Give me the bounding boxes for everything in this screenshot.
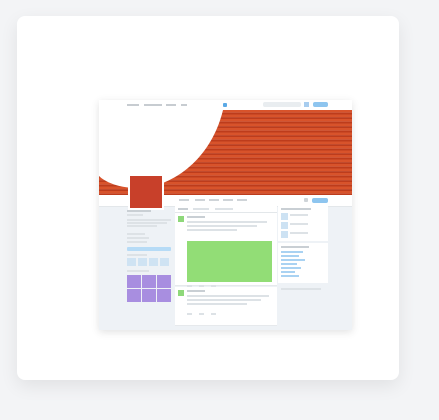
trend-link[interactable] bbox=[281, 259, 305, 261]
tweet-text-line bbox=[187, 229, 237, 231]
profile-name bbox=[127, 210, 151, 212]
follower-thumbnail[interactable] bbox=[160, 258, 169, 266]
trend-link[interactable] bbox=[281, 251, 303, 253]
suggestion-name[interactable] bbox=[290, 223, 308, 225]
bio-line bbox=[127, 225, 157, 227]
trend-link[interactable] bbox=[281, 271, 295, 273]
tab-following[interactable] bbox=[195, 199, 205, 201]
tweet-feed bbox=[175, 205, 277, 326]
who-to-follow-title bbox=[281, 208, 311, 210]
suggestion-name[interactable] bbox=[290, 214, 308, 216]
trends-title bbox=[281, 246, 309, 248]
tweet-text-line bbox=[187, 303, 247, 305]
photo-thumbnail[interactable] bbox=[142, 289, 156, 302]
tab-tweets[interactable] bbox=[179, 199, 189, 201]
profile-handle bbox=[127, 214, 143, 216]
nav-item-notifications[interactable] bbox=[144, 104, 162, 106]
tweet-item[interactable] bbox=[175, 213, 277, 287]
footer-links[interactable] bbox=[281, 288, 321, 290]
nav-item-messages[interactable] bbox=[166, 104, 176, 106]
trend-link[interactable] bbox=[281, 267, 301, 269]
profile-page-mockup bbox=[99, 100, 352, 330]
trend-link[interactable] bbox=[281, 275, 299, 277]
photo-thumbnail[interactable] bbox=[127, 289, 141, 302]
avatar[interactable] bbox=[281, 222, 288, 229]
follow-button[interactable] bbox=[312, 198, 328, 203]
trends-panel bbox=[278, 243, 328, 283]
avatar[interactable] bbox=[178, 216, 184, 222]
tab-tweets-feed[interactable] bbox=[178, 208, 188, 210]
tweet-text-line bbox=[187, 299, 261, 301]
nav-item-home[interactable] bbox=[127, 104, 139, 106]
tweet-button[interactable] bbox=[313, 102, 328, 107]
like-icon[interactable] bbox=[211, 313, 216, 315]
tweet-text-line bbox=[187, 295, 269, 297]
tab-media[interactable] bbox=[215, 208, 233, 210]
suggestion-name[interactable] bbox=[290, 232, 308, 234]
gear-icon[interactable] bbox=[304, 198, 308, 202]
illustration-card bbox=[17, 16, 399, 380]
avatar[interactable] bbox=[304, 102, 309, 107]
photo-thumbnail[interactable] bbox=[157, 275, 171, 288]
nav-item-me[interactable] bbox=[181, 104, 187, 106]
tab-followers[interactable] bbox=[209, 199, 219, 201]
trend-link[interactable] bbox=[281, 263, 297, 265]
avatar[interactable] bbox=[281, 231, 288, 238]
avatar[interactable] bbox=[281, 213, 288, 220]
tweet-text-line bbox=[187, 221, 267, 223]
retweet-icon[interactable] bbox=[199, 313, 204, 315]
photo-thumbnail[interactable] bbox=[157, 289, 171, 302]
joined-line bbox=[127, 241, 147, 243]
trend-link[interactable] bbox=[281, 255, 299, 257]
tab-lists[interactable] bbox=[237, 199, 247, 201]
website-line[interactable] bbox=[127, 237, 149, 239]
tweet-image[interactable] bbox=[187, 241, 272, 282]
followers-you-know-label bbox=[127, 254, 147, 256]
tweet-text-line bbox=[187, 225, 257, 227]
tweet-author[interactable] bbox=[187, 216, 205, 218]
photos-videos-label[interactable] bbox=[127, 270, 149, 272]
tab-likes[interactable] bbox=[223, 199, 233, 201]
tweet-to-button[interactable] bbox=[127, 247, 171, 251]
reply-icon[interactable] bbox=[187, 313, 192, 315]
photo-thumbnail[interactable] bbox=[142, 275, 156, 288]
avatar[interactable] bbox=[178, 290, 184, 296]
follower-thumbnail[interactable] bbox=[127, 258, 136, 266]
tweet-item[interactable] bbox=[175, 287, 277, 326]
profile-picture[interactable] bbox=[128, 174, 164, 210]
tab-tweets-replies[interactable] bbox=[193, 208, 209, 210]
search-input[interactable] bbox=[263, 102, 301, 107]
location-line bbox=[127, 233, 145, 235]
tweet-author[interactable] bbox=[187, 290, 205, 292]
twitter-bird-icon[interactable] bbox=[223, 103, 227, 107]
follower-thumbnail[interactable] bbox=[138, 258, 147, 266]
bio-line bbox=[127, 222, 167, 224]
bio-line bbox=[127, 219, 171, 221]
photo-thumbnail[interactable] bbox=[127, 275, 141, 288]
who-to-follow-panel bbox=[278, 205, 328, 241]
follower-thumbnail[interactable] bbox=[149, 258, 158, 266]
feed-tabs bbox=[175, 205, 277, 213]
